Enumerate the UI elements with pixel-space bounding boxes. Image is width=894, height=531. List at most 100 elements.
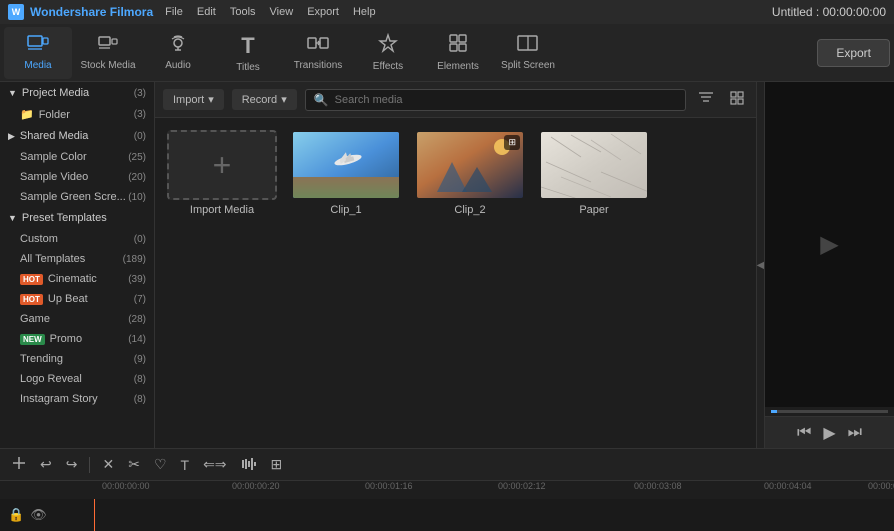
tool-stock[interactable]: Stock Media: [74, 27, 142, 79]
timeline-redo-button[interactable]: ↪: [62, 454, 82, 475]
filter-button[interactable]: [694, 89, 718, 110]
timeline-snap-button[interactable]: ⊞: [267, 454, 287, 475]
timeline-add-track-button[interactable]: [8, 454, 30, 475]
sidebar: ▼ Project Media (3) 📁 Folder (3) ▶ Share…: [0, 82, 155, 448]
timeline-audio-button[interactable]: [237, 455, 261, 475]
export-button[interactable]: Export: [817, 39, 890, 67]
transitions-icon: [307, 34, 329, 57]
custom-label: Custom: [20, 233, 58, 245]
timeline-delete-button[interactable]: ✕: [98, 454, 118, 475]
sidebar-item-game[interactable]: Game (28): [0, 309, 154, 329]
trending-label: Trending: [20, 353, 63, 365]
effects-icon: [378, 33, 398, 58]
folder-count: (3): [134, 109, 146, 120]
titles-icon: T: [241, 33, 254, 59]
sample-video-label: Sample Video: [20, 171, 88, 183]
tool-effects[interactable]: Effects: [354, 27, 422, 79]
sidebar-item-sample-green[interactable]: Sample Green Scre... (10): [0, 187, 154, 207]
timeline-like-button[interactable]: ♡: [150, 454, 171, 475]
media-icon: [27, 34, 49, 57]
tool-stock-label: Stock Media: [80, 60, 135, 71]
menu-file[interactable]: File: [165, 6, 183, 18]
preset-templates-label: Preset Templates: [22, 212, 107, 224]
timeline-text-button[interactable]: T: [177, 455, 194, 475]
grid-view-button[interactable]: [726, 89, 748, 110]
paper-thumb: [539, 130, 649, 200]
promo-label: Promo: [50, 333, 82, 345]
menu-edit[interactable]: Edit: [197, 6, 216, 18]
sidebar-item-logo[interactable]: Logo Reveal (8): [0, 369, 154, 389]
search-input[interactable]: [335, 94, 677, 106]
timeline-undo-button[interactable]: ↩: [36, 454, 56, 475]
clip1-thumb: [291, 130, 401, 200]
import-media-item[interactable]: + Import Media: [167, 130, 277, 216]
sidebar-item-sample-video[interactable]: Sample Video (20): [0, 167, 154, 187]
sidebar-shared-media[interactable]: ▶ Shared Media (0): [0, 125, 154, 147]
timeline-resize-button[interactable]: ⇐⇒: [199, 454, 230, 475]
import-media-thumb: +: [167, 130, 277, 200]
paper-item[interactable]: Paper: [539, 130, 649, 216]
tool-split[interactable]: Split Screen: [494, 27, 562, 79]
timeline-track-hide-button[interactable]: 👁: [30, 507, 47, 523]
preview-rewind-button[interactable]: ⏮: [797, 424, 811, 442]
folder-icon: 📁: [20, 108, 34, 121]
timeline-cut-button[interactable]: ✂: [124, 454, 144, 475]
import-media-label: Import Media: [190, 204, 254, 216]
timecode-0: 00:00:00:00: [102, 481, 150, 491]
sidebar-item-upbeat[interactable]: HOT Up Beat (7): [0, 289, 154, 309]
preview-play-button[interactable]: ▶: [823, 423, 835, 443]
sidebar-item-all-templates[interactable]: All Templates (189): [0, 249, 154, 269]
collapse-handle[interactable]: ◀: [756, 82, 764, 448]
cinematic-label: Cinematic: [48, 273, 97, 285]
menu-help[interactable]: Help: [353, 6, 376, 18]
timecode-1: 00:00:00:20: [232, 481, 280, 491]
timeline-track-icons: 🔒 👁: [0, 507, 55, 523]
timecode-3: 00:00:02:12: [498, 481, 546, 491]
sidebar-item-folder[interactable]: 📁 Folder (3): [0, 104, 154, 125]
record-label: Record: [242, 94, 277, 106]
sidebar-item-cinematic[interactable]: HOT Cinematic (39): [0, 269, 154, 289]
timeline-track-lock-button[interactable]: 🔒: [8, 507, 24, 523]
stock-icon: [98, 34, 118, 57]
preview-fast-forward-button[interactable]: ⏭: [848, 424, 862, 442]
sidebar-item-instagram[interactable]: Instagram Story (8): [0, 389, 154, 409]
clip2-item[interactable]: ⊞ Clip_2: [415, 130, 525, 216]
sidebar-item-custom[interactable]: Custom (0): [0, 229, 154, 249]
tool-effects-label: Effects: [373, 61, 403, 72]
game-label: Game: [20, 313, 50, 325]
tl-separator-1: [89, 457, 90, 473]
preview-slider-fill: [771, 410, 777, 413]
search-icon: 🔍: [314, 93, 329, 107]
menu-export[interactable]: Export: [307, 6, 339, 18]
sample-color-count: (25): [128, 152, 146, 163]
menu-view[interactable]: View: [270, 6, 294, 18]
sidebar-project-media[interactable]: ▼ Project Media (3): [0, 82, 154, 104]
tool-media-label: Media: [24, 60, 51, 71]
all-templates-count: (189): [123, 254, 146, 265]
tool-media[interactable]: Media: [4, 27, 72, 79]
tool-titles[interactable]: T Titles: [214, 27, 282, 79]
sidebar-preset-templates[interactable]: ▼ Preset Templates: [0, 207, 154, 229]
preview-slider[interactable]: [771, 410, 888, 413]
audio-icon: [169, 34, 187, 57]
timeline-toolbar: ↩ ↪ ✕ ✂ ♡ T ⇐⇒ ⊞: [0, 449, 894, 481]
preview-placeholder-icon: ▶: [820, 230, 838, 259]
window-title: Untitled : 00:00:00:00: [772, 5, 886, 19]
menu-tools[interactable]: Tools: [230, 6, 256, 18]
import-label: Import: [173, 94, 204, 106]
sidebar-item-promo[interactable]: NEW Promo (14): [0, 329, 154, 349]
sidebar-item-trending[interactable]: Trending (9): [0, 349, 154, 369]
clip1-item[interactable]: Clip_1: [291, 130, 401, 216]
timecode-4: 00:00:03:08: [634, 481, 682, 491]
cinematic-count: (39): [128, 274, 146, 285]
tool-transitions[interactable]: Transitions: [284, 27, 352, 79]
shared-media-label: Shared Media: [20, 130, 89, 142]
sidebar-item-sample-color[interactable]: Sample Color (25): [0, 147, 154, 167]
app-logo: W Wondershare Filmora: [8, 4, 153, 20]
tool-elements[interactable]: Elements: [424, 27, 492, 79]
tool-audio[interactable]: Audio: [144, 27, 212, 79]
clip2-label: Clip_2: [454, 204, 485, 216]
import-button[interactable]: Import ▾: [163, 89, 224, 110]
timecode-5: 00:00:04:04: [764, 481, 812, 491]
record-button[interactable]: Record ▾: [232, 89, 297, 110]
